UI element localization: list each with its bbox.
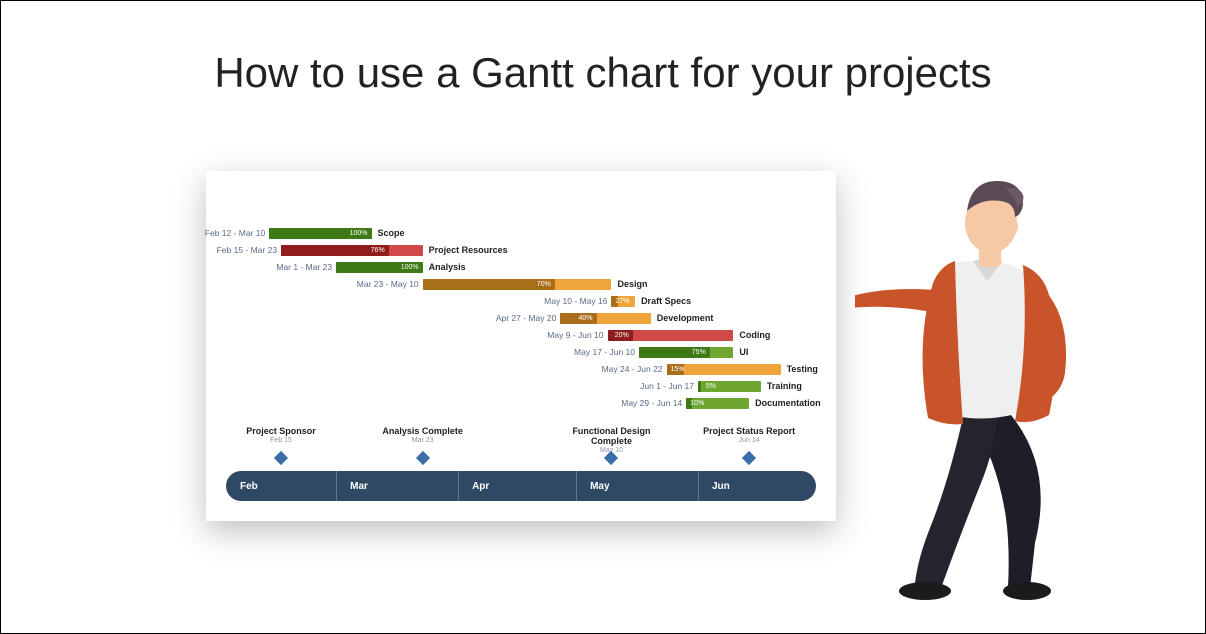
milestone-date: Jun 14 [689,437,809,444]
task-name: Draft Specs [641,294,691,309]
axis-tick [458,469,459,503]
task-percent: 10% [686,398,708,409]
axis-month: Mar [350,481,368,492]
gantt-row: May 9 - Jun 10 20% Coding [226,328,816,343]
task-percent: 5% [698,381,720,392]
task-date-range: Feb 15 - Mar 23 [217,243,277,258]
milestone-name: Analysis Complete [363,426,483,436]
gantt-row: Mar 23 - May 10 70% Design [226,277,816,292]
axis-month: May [590,481,609,492]
milestone-name: Functional Design Complete [551,426,671,446]
milestone-date: Mar 23 [363,437,483,444]
task-percent: 15% [667,364,689,375]
task-date-range: May 29 - Jun 14 [621,396,682,411]
gantt-row: Mar 1 - Mar 23 100% Analysis [226,260,816,275]
gantt-row: Apr 27 - May 20 40% Development [226,311,816,326]
task-percent: 100% [336,262,423,273]
diamond-icon [274,451,288,465]
gantt-axis: Feb Mar Apr May Jun [226,471,816,501]
diamond-icon [742,451,756,465]
task-date-range: Feb 12 - Mar 10 [205,226,265,241]
milestone: Functional Design CompleteMay 10 [551,426,671,454]
milestone: Project Status ReportJun 14 [689,426,809,444]
task-name: Development [657,311,714,326]
axis-month: Jun [712,481,730,492]
task-date-range: Apr 27 - May 20 [496,311,556,326]
gantt-row: May 17 - Jun 10 75% UI [226,345,816,360]
task-name: Training [767,379,802,394]
task-name: Design [617,277,647,292]
task-percent: 27% [611,296,633,307]
gantt-row: Jun 1 - Jun 17 5% Training [226,379,816,394]
page-title: How to use a Gantt chart for your projec… [1,49,1205,97]
person-illustration [855,153,1115,603]
task-name: Project Resources [429,243,508,258]
diamond-icon [416,451,430,465]
task-date-range: Mar 1 - Mar 23 [276,260,332,275]
milestone: Project SponsorFeb 15 [221,426,341,444]
task-date-range: May 10 - May 16 [544,294,607,309]
milestone-name: Project Status Report [689,426,809,436]
task-percent: 40% [560,313,596,324]
task-date-range: Jun 1 - Jun 17 [640,379,694,394]
gantt-milestones: Project SponsorFeb 15Analysis CompleteMa… [226,426,816,461]
gantt-row: Feb 12 - Mar 10100%Scope [226,226,816,241]
task-name: Analysis [429,260,466,275]
task-name: Coding [739,328,770,343]
axis-tick [576,469,577,503]
axis-tick [336,469,337,503]
task-percent: 20% [608,330,633,341]
task-name: Testing [787,362,818,377]
task-name: Scope [378,226,405,241]
task-date-range: May 24 - Jun 22 [602,362,663,377]
milestone-name: Project Sponsor [221,426,341,436]
gantt-row: May 10 - May 16 27% Draft Specs [226,294,816,309]
axis-month: Feb [240,481,258,492]
task-date-range: May 9 - Jun 10 [547,328,603,343]
milestone-date: Feb 15 [221,437,341,444]
gantt-row: Feb 15 - Mar 2376%Project Resources [226,243,816,258]
gantt-card: Feb 12 - Mar 10 100% Scope Feb 15 - Mar 23 7… [206,171,836,521]
axis-month: Apr [472,481,489,492]
axis-tick [698,469,699,503]
task-name: Documentation [755,396,821,411]
milestone: Analysis CompleteMar 23 [363,426,483,444]
task-percent: 76% [281,245,389,256]
task-date-range: Mar 23 - May 10 [357,277,419,292]
task-name: UI [739,345,748,360]
task-percent: 70% [423,279,555,290]
task-date-range: May 17 - Jun 10 [574,345,635,360]
task-percent: 75% [639,347,710,358]
task-percent: 100% [269,228,371,239]
gantt-row: May 29 - Jun 1410%Documentation [226,396,816,411]
gantt-row: May 24 - Jun 22 15% Testing [226,362,816,377]
gantt-rows: Feb 12 - Mar 10100%ScopeFeb 15 - Mar 237… [226,226,816,411]
